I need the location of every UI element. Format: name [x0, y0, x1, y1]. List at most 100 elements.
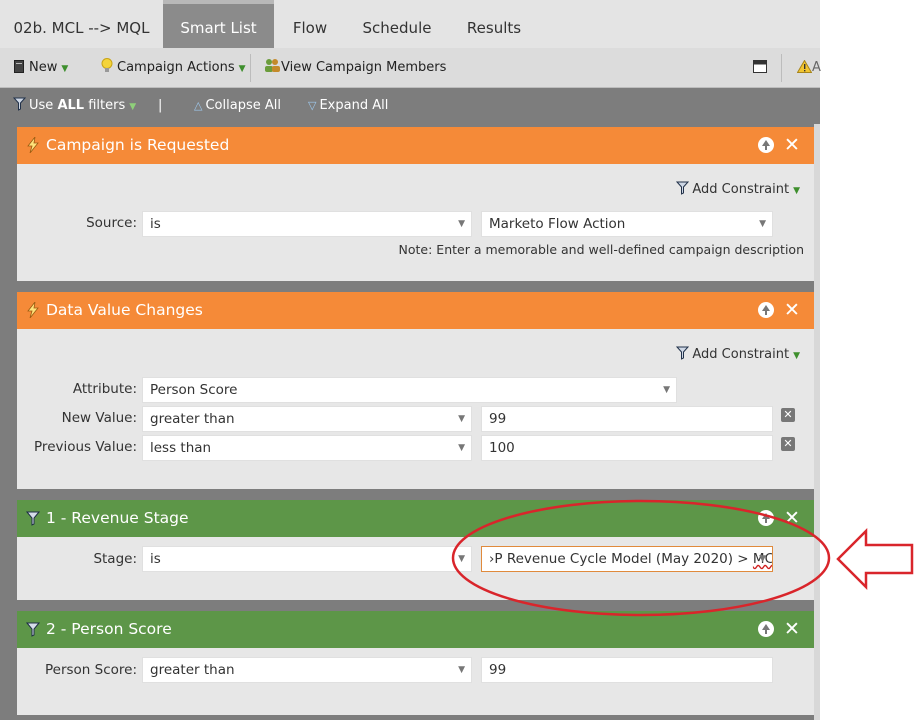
trigger-lightning-icon: [27, 302, 39, 318]
close-icon[interactable]: ✕: [784, 135, 800, 155]
person-score-label: Person Score:: [44, 662, 137, 678]
caret-down-icon: ▼: [238, 64, 246, 74]
filter-title: 2 - Person Score: [46, 620, 172, 638]
move-up-icon[interactable]: [758, 510, 774, 526]
dropdown-arrow-icon: ▼: [759, 554, 766, 564]
vertical-scrollbar[interactable]: [814, 124, 820, 720]
add-constraint-button[interactable]: Add Constraint ▼: [676, 346, 800, 362]
source-operator-value: is: [150, 216, 161, 232]
people-icon: [265, 59, 280, 72]
stage-operator-select[interactable]: is ▼: [142, 546, 472, 572]
tab-flow[interactable]: Flow: [274, 0, 346, 48]
dropdown-arrow-icon: ▼: [458, 554, 465, 564]
filter-header[interactable]: Data Value Changes ✕: [17, 292, 814, 329]
filter-header[interactable]: 1 - Revenue Stage ✕: [17, 500, 814, 537]
attribute-value: Person Score: [150, 382, 238, 398]
source-operator-select[interactable]: is ▼: [142, 211, 472, 237]
filter-title: Data Value Changes: [46, 301, 203, 319]
tab-results[interactable]: Results: [448, 0, 540, 48]
filter-data-value-changes: Data Value Changes ✕ Add Constraint ▼ Att…: [17, 292, 814, 489]
person-score-input[interactable]: 99: [481, 657, 773, 683]
new-button[interactable]: New ▼: [14, 48, 68, 88]
collapse-triangle-icon: △: [194, 99, 203, 112]
campaign-actions-label: Campaign Actions: [117, 60, 235, 75]
expand-triangle-icon: ▽: [308, 99, 317, 112]
dropdown-arrow-icon: ▼: [759, 219, 766, 229]
new-value-operator: greater than: [150, 411, 235, 427]
view-members-label: View Campaign Members: [281, 60, 447, 75]
filter-title: Campaign is Requested: [46, 136, 230, 154]
filter-header[interactable]: Campaign is Requested ✕: [17, 127, 814, 164]
filter-revenue-stage: 1 - Revenue Stage ✕ Stage: is ▼ ›P Revenu…: [17, 500, 814, 600]
new-document-icon: [14, 60, 24, 73]
stage-operator: is: [150, 551, 161, 567]
lightbulb-icon: [101, 58, 113, 72]
caret-down-icon: ▼: [793, 186, 800, 196]
source-value-select[interactable]: Marketo Flow Action ▼: [481, 211, 773, 237]
expand-all-label: Expand All: [319, 98, 389, 113]
view-campaign-members-button[interactable]: View Campaign Members: [264, 48, 446, 88]
tab-schedule[interactable]: Schedule: [346, 0, 448, 48]
previous-value-operator: less than: [150, 440, 212, 456]
caret-down-icon: ▼: [61, 64, 69, 74]
use-prefix: Use: [29, 98, 54, 113]
warning-icon: [796, 59, 813, 73]
filterbar-separator: |: [158, 98, 163, 113]
window-icon[interactable]: [753, 48, 767, 88]
trigger-lightning-icon: [27, 137, 39, 153]
source-value: Marketo Flow Action: [489, 216, 626, 232]
collapse-all-label: Collapse All: [205, 98, 281, 113]
source-label: Source:: [86, 215, 137, 231]
person-score-operator-select[interactable]: greater than ▼: [142, 657, 472, 683]
stage-label: Stage:: [93, 551, 137, 567]
toolbar-separator: [250, 54, 251, 82]
close-icon[interactable]: ✕: [784, 619, 800, 639]
add-constraint-label: Add Constraint: [692, 347, 790, 362]
previous-value-input[interactable]: 100: [481, 435, 773, 461]
tab-smart-list[interactable]: Smart List: [163, 0, 274, 48]
remove-constraint-icon[interactable]: ✕: [781, 408, 795, 422]
dropdown-arrow-icon: ▼: [458, 665, 465, 675]
filter-funnel-icon: [26, 511, 40, 526]
stage-value-prefix: ›P Revenue Cycle Model (May 2020) >: [489, 551, 753, 567]
move-up-icon[interactable]: [758, 302, 774, 318]
alert-button[interactable]: A: [796, 48, 821, 88]
close-icon[interactable]: ✕: [784, 508, 800, 528]
filter-funnel-icon: [676, 181, 690, 195]
close-icon[interactable]: ✕: [784, 300, 800, 320]
use-all-text: ALL: [57, 98, 85, 113]
filter-funnel-icon: [676, 346, 690, 360]
caret-down-icon: ▼: [793, 351, 800, 361]
tab-bar: 02b. MCL --> MQL Smart List Flow Schedul…: [0, 0, 820, 48]
toolbar-separator: [781, 54, 782, 82]
smart-list-app: 02b. MCL --> MQL Smart List Flow Schedul…: [0, 0, 821, 720]
alert-label-partial: A: [812, 60, 821, 75]
caret-down-icon: ▼: [129, 102, 137, 112]
stage-value-select[interactable]: ›P Revenue Cycle Model (May 2020) > MCL▼: [481, 546, 773, 572]
filter-funnel-icon: [12, 97, 27, 111]
previous-value-operator-select[interactable]: less than ▼: [142, 435, 472, 461]
filter-funnel-icon: [26, 622, 40, 637]
add-constraint-button[interactable]: Add Constraint ▼: [676, 181, 800, 197]
tab-campaign-name[interactable]: 02b. MCL --> MQL: [0, 0, 163, 48]
new-value-input[interactable]: 99: [481, 406, 773, 432]
campaign-actions-button[interactable]: Campaign Actions ▼: [101, 48, 246, 88]
dropdown-arrow-icon: ▼: [663, 385, 670, 395]
dropdown-arrow-icon: ▼: [458, 414, 465, 424]
collapse-all-button[interactable]: △ Collapse All: [194, 88, 281, 124]
attribute-select[interactable]: Person Score ▼: [142, 377, 677, 403]
use-suffix: filters: [88, 98, 126, 113]
filter-campaign-is-requested: Campaign is Requested ✕ Add Constraint ▼ …: [17, 127, 814, 281]
move-up-icon[interactable]: [758, 137, 774, 153]
toolbar: New ▼ Campaign Actions ▼ View Campaign Mem…: [0, 48, 821, 88]
move-up-icon[interactable]: [758, 621, 774, 637]
smart-list-canvas: Campaign is Requested ✕ Add Constraint ▼ …: [0, 124, 820, 720]
filter-header[interactable]: 2 - Person Score ✕: [17, 611, 814, 648]
new-value-operator-select[interactable]: greater than ▼: [142, 406, 472, 432]
remove-constraint-icon[interactable]: ✕: [781, 437, 795, 451]
use-all-filters-dropdown[interactable]: Use ALL filters ▼: [12, 88, 137, 124]
new-value-text: 99: [489, 411, 507, 427]
person-score-operator: greater than: [150, 662, 235, 678]
filter-person-score: 2 - Person Score ✕ Person Score: greater…: [17, 611, 814, 715]
expand-all-button[interactable]: ▽ Expand All: [308, 88, 388, 124]
